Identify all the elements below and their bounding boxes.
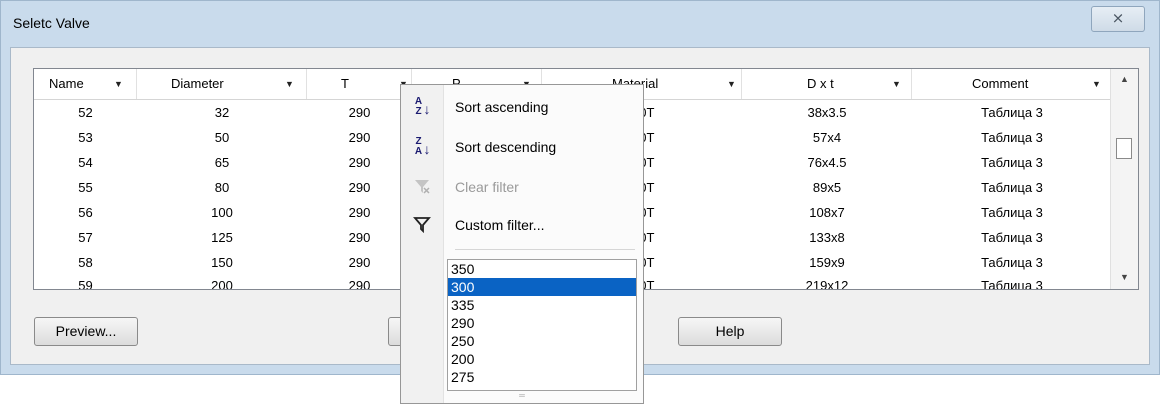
list-item[interactable]: 275 <box>448 368 636 386</box>
column-header-dxt[interactable]: D x t ▼ <box>742 69 912 99</box>
scrollbar-thumb[interactable] <box>1116 138 1132 159</box>
close-icon: ⨯ <box>1111 10 1125 27</box>
filter-values-list[interactable]: 350 300 335 290 250 200 275 <box>447 259 637 391</box>
list-item[interactable]: 200 <box>448 350 636 368</box>
close-button[interactable]: ⨯ <box>1091 6 1145 32</box>
help-button[interactable]: Help <box>678 317 782 346</box>
menu-separator <box>455 249 635 250</box>
list-item[interactable]: 350 <box>448 260 636 278</box>
menu-item-sort-descending[interactable]: ZA↓ Sort descending <box>401 129 643 165</box>
resize-grip-icon[interactable]: ═ <box>401 389 643 403</box>
chevron-down-icon[interactable]: ▼ <box>727 69 736 99</box>
column-filter-popup: AZ ↓ Sort ascending ZA↓ Sort descending C… <box>400 84 644 404</box>
column-header-comment[interactable]: Comment ▼ <box>912 69 1112 99</box>
filter-icon <box>411 215 433 237</box>
clear-filter-icon <box>411 177 433 199</box>
sort-ascending-icon: AZ ↓ <box>414 96 431 117</box>
menu-item-custom-filter[interactable]: Custom filter... <box>401 207 643 243</box>
scroll-down-arrow-icon[interactable]: ▼ <box>1111 267 1138 287</box>
column-header-diameter[interactable]: Diameter ▼ <box>137 69 307 99</box>
menu-item-clear-filter: Clear filter <box>401 169 643 205</box>
vertical-scrollbar[interactable]: ▲ ▼ <box>1110 69 1138 289</box>
sort-descending-icon: ZA↓ <box>414 136 431 157</box>
list-item[interactable]: 290 <box>448 314 636 332</box>
chevron-down-icon[interactable]: ▼ <box>285 69 294 99</box>
chevron-down-icon[interactable]: ▼ <box>114 69 123 99</box>
menu-item-sort-ascending[interactable]: AZ ↓ Sort ascending <box>401 89 643 125</box>
preview-button[interactable]: Preview... <box>34 317 138 346</box>
list-item[interactable]: 335 <box>448 296 636 314</box>
dialog-title: Seletc Valve <box>13 15 90 31</box>
column-header-t[interactable]: T ▼ <box>307 69 412 99</box>
chevron-down-icon[interactable]: ▼ <box>1092 69 1101 99</box>
column-header-name[interactable]: Name ▼ <box>34 69 137 99</box>
scroll-up-arrow-icon[interactable]: ▲ <box>1111 69 1138 89</box>
list-item[interactable]: 250 <box>448 332 636 350</box>
list-item-selected[interactable]: 300 <box>448 278 636 296</box>
chevron-down-icon[interactable]: ▼ <box>892 69 901 99</box>
